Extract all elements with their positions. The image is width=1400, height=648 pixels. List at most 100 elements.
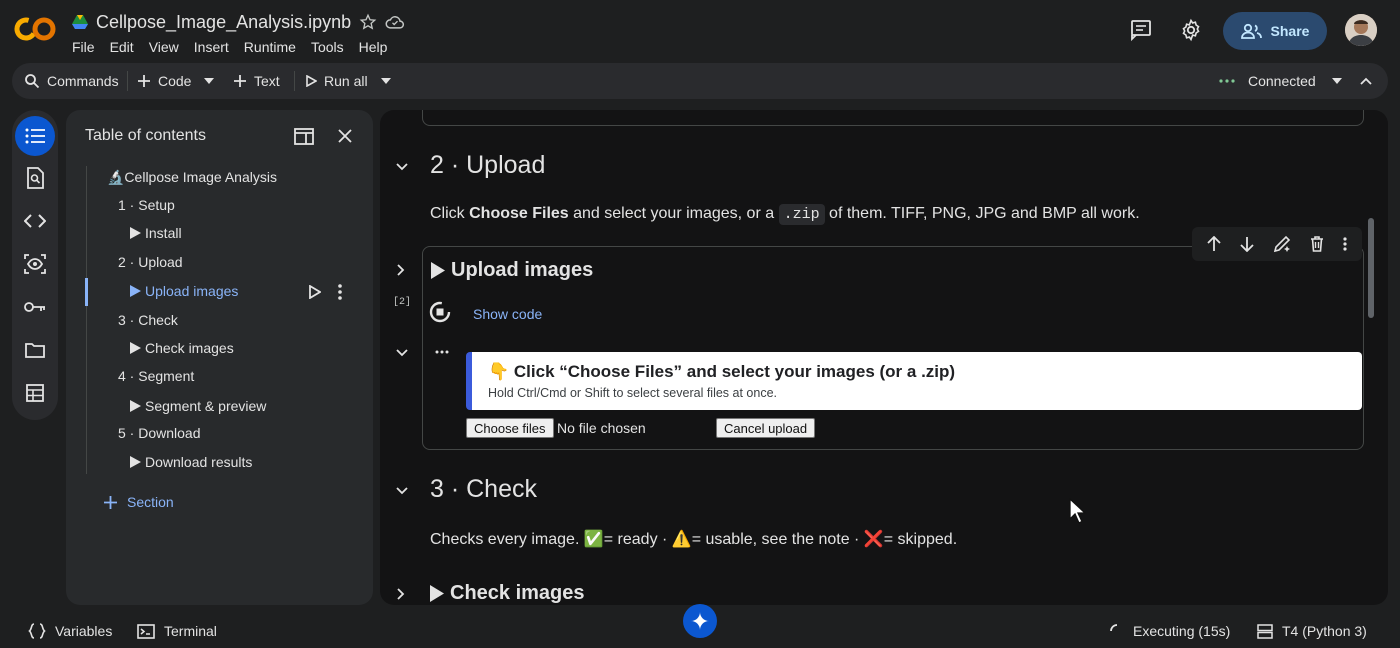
menu-runtime[interactable]: Runtime xyxy=(244,39,296,55)
cell-title-upload-images[interactable]: Upload images xyxy=(431,259,593,282)
run-section-icon[interactable] xyxy=(309,285,321,299)
commands-button[interactable]: Commands xyxy=(24,63,119,99)
cloud-saved-icon[interactable] xyxy=(385,13,405,31)
toc-item-upload[interactable]: 2 · Upload xyxy=(118,254,183,270)
more-vert-icon[interactable] xyxy=(338,284,342,300)
drive-icon xyxy=(72,15,88,29)
gear-icon[interactable] xyxy=(1179,18,1203,42)
toc-item-upload-images[interactable]: Upload images xyxy=(130,283,238,299)
triangle-right-icon xyxy=(130,227,141,239)
avatar[interactable] xyxy=(1345,14,1377,46)
resource-dots-icon[interactable] xyxy=(1219,63,1235,99)
section-heading-check: 3 · Check xyxy=(430,475,537,503)
toc-title: Table of contents xyxy=(85,127,206,144)
spinner-icon xyxy=(1110,624,1124,638)
output-menu-icon[interactable] xyxy=(435,350,449,354)
chevron-right-icon[interactable] xyxy=(392,586,408,602)
collapse-header-button[interactable] xyxy=(1360,63,1372,99)
find-rail-button[interactable] xyxy=(15,158,55,198)
cancel-upload-button[interactable]: Cancel upload xyxy=(716,418,816,438)
table-icon xyxy=(26,384,44,402)
connection-dropdown-button[interactable] xyxy=(1332,63,1342,99)
toc-item-segment[interactable]: 4 · Segment xyxy=(118,368,194,384)
runtime-info[interactable]: T4 (Python 3) xyxy=(1257,620,1367,642)
toc-item-download[interactable]: 5 · Download xyxy=(118,425,201,441)
plus-icon xyxy=(137,74,151,88)
arrow-down-icon[interactable] xyxy=(1240,236,1254,252)
code-dropdown-button[interactable] xyxy=(204,63,214,99)
find-in-page-icon xyxy=(26,167,44,189)
output-heading: 👇 Click “Choose Files” and select your i… xyxy=(488,362,956,381)
show-code-link[interactable]: Show code xyxy=(473,306,542,322)
terminal-icon xyxy=(137,623,155,639)
sparkle-icon xyxy=(691,612,709,630)
caret-down-icon xyxy=(381,78,391,84)
add-code-button[interactable]: Code xyxy=(137,63,191,99)
choose-files-button[interactable]: Choose files xyxy=(466,418,554,438)
connection-status-button[interactable]: Connected xyxy=(1248,63,1316,99)
chevron-right-icon[interactable] xyxy=(392,262,408,278)
cell-title-check-images[interactable]: Check images xyxy=(430,582,585,605)
previous-cell xyxy=(422,110,1364,126)
menu-bar: File Edit View Insert Runtime Tools Help xyxy=(72,39,387,55)
colab-logo[interactable] xyxy=(14,12,58,46)
data-table-rail-button[interactable] xyxy=(15,373,55,413)
more-vert-icon[interactable] xyxy=(1342,237,1347,251)
stop-execution-icon[interactable] xyxy=(429,301,451,323)
toc-item-segment-preview[interactable]: Segment & preview xyxy=(130,398,266,414)
menu-edit[interactable]: Edit xyxy=(110,39,134,55)
toc-item-setup[interactable]: 1 · Setup xyxy=(118,197,175,213)
share-button[interactable]: Share xyxy=(1223,12,1327,50)
delete-icon[interactable] xyxy=(1310,236,1324,252)
plus-icon xyxy=(104,495,117,509)
notebook-toolbar: Commands Code Text Run all Connected xyxy=(12,63,1388,99)
server-icon xyxy=(1257,623,1273,639)
toc-active-indicator xyxy=(85,278,88,306)
toc-item-check[interactable]: 3 · Check xyxy=(118,312,178,328)
run-all-dropdown-button[interactable] xyxy=(381,63,391,99)
variables-inspector-rail-button[interactable] xyxy=(15,244,55,284)
add-text-button[interactable]: Text xyxy=(233,63,280,99)
plus-icon xyxy=(233,74,247,88)
toc-item-install[interactable]: Install xyxy=(130,225,182,241)
key-icon xyxy=(24,301,46,313)
arrow-up-icon[interactable] xyxy=(1207,236,1222,252)
open-in-tab-icon[interactable] xyxy=(294,128,314,145)
chevron-down-icon[interactable] xyxy=(394,482,410,498)
menu-view[interactable]: View xyxy=(149,39,179,55)
list-icon xyxy=(25,128,45,144)
gemini-button[interactable] xyxy=(683,604,717,638)
close-icon[interactable] xyxy=(338,129,352,143)
variables-button[interactable]: Variables xyxy=(28,620,112,642)
toc-item-check-images[interactable]: Check images xyxy=(130,340,234,356)
toc-item-download-results[interactable]: Download results xyxy=(130,454,252,470)
curly-braces-icon xyxy=(28,623,46,639)
secrets-rail-button[interactable] xyxy=(15,287,55,327)
toc-rail-button[interactable] xyxy=(15,116,55,156)
menu-insert[interactable]: Insert xyxy=(194,39,229,55)
search-icon xyxy=(24,73,40,89)
comments-icon[interactable] xyxy=(1129,18,1153,42)
files-rail-button[interactable] xyxy=(15,330,55,370)
terminal-button[interactable]: Terminal xyxy=(137,620,217,642)
menu-tools[interactable]: Tools xyxy=(311,39,344,55)
add-section-button[interactable]: Section xyxy=(104,494,174,510)
star-icon[interactable] xyxy=(359,13,377,31)
toc-item-cellpose-image-analysis[interactable]: 🔬Cellpose Image Analysis xyxy=(107,169,277,186)
chevron-down-icon[interactable] xyxy=(394,344,410,360)
triangle-right-icon xyxy=(130,400,141,412)
share-label: Share xyxy=(1270,23,1310,39)
notebook-title[interactable]: Cellpose_Image_Analysis.ipynb xyxy=(96,12,351,33)
chevron-down-icon[interactable] xyxy=(394,158,410,174)
execution-status[interactable]: Executing (15s) xyxy=(1110,620,1230,642)
edit-pen-icon[interactable] xyxy=(1273,235,1291,253)
caret-down-icon xyxy=(204,78,214,84)
triangle-right-icon xyxy=(130,456,141,468)
menu-help[interactable]: Help xyxy=(359,39,388,55)
menu-file[interactable]: File xyxy=(72,39,95,55)
toc-tree-line xyxy=(86,166,87,474)
scrollbar-thumb[interactable] xyxy=(1368,218,1374,318)
code-snippets-rail-button[interactable] xyxy=(15,201,55,241)
run-all-button[interactable]: Run all xyxy=(305,63,368,99)
triangle-right-icon xyxy=(130,342,141,354)
